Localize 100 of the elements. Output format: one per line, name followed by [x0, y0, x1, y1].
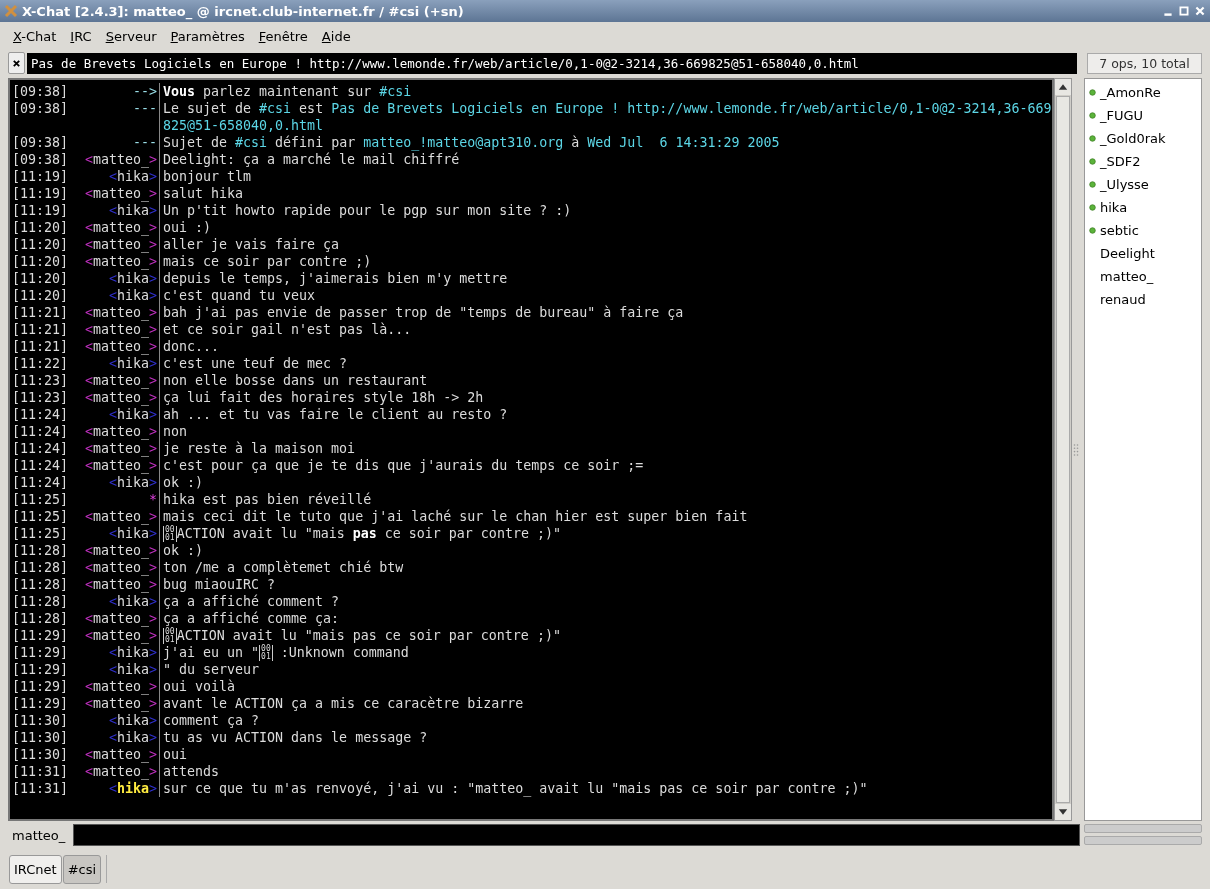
timestamp: [11:24]: [12, 406, 70, 423]
timestamp: [11:31]: [12, 780, 70, 797]
user-item[interactable]: _SDF2: [1085, 150, 1201, 173]
chat-message: non elle bosse dans un restaurant: [159, 372, 1052, 389]
nick-bracket: >: [149, 152, 157, 167]
nick-bracket: >: [149, 407, 157, 422]
pane-grip-icon[interactable]: [1073, 442, 1079, 457]
nick-label: hika: [116, 356, 149, 371]
chat-message: bah j'ai pas envie de passer trop de "temps de bureau" à faire ça: [159, 304, 1052, 321]
chat-message: salut hika: [159, 185, 1052, 202]
timestamp: [11:19]: [12, 202, 70, 219]
nick-bracket: <: [84, 322, 93, 337]
event-marker: -->: [131, 83, 158, 100]
chat-message: mais ceci dit le tuto que j'ai laché sur le chan hier est super bien fait: [159, 508, 1052, 525]
scroll-thumb[interactable]: [1056, 96, 1070, 803]
nick-bracket: <: [108, 645, 117, 660]
timestamp: [11:24]: [12, 423, 70, 440]
event-marker: ---: [131, 134, 158, 151]
nick-bracket: <: [84, 220, 93, 235]
nick-label: matteo_: [92, 424, 149, 439]
user-item[interactable]: Deelight: [1085, 242, 1201, 265]
scroll-up-icon[interactable]: [1055, 79, 1071, 95]
timestamp: [11:29]: [12, 678, 70, 695]
user-item[interactable]: _FUGU: [1085, 104, 1201, 127]
message-input[interactable]: [73, 824, 1080, 846]
chat-message: c'est quand tu veux: [159, 287, 1052, 304]
nick-bracket: >: [149, 594, 157, 609]
nick-bracket: >: [149, 458, 157, 473]
close-topic-button[interactable]: [8, 52, 25, 74]
maximize-icon[interactable]: [1178, 5, 1190, 17]
menu-item[interactable]: Aide: [316, 26, 356, 46]
nick-bracket: <: [84, 628, 93, 643]
nick-label: matteo_: [92, 322, 149, 337]
scroll-down-icon[interactable]: [1055, 804, 1071, 820]
timestamp: [11:31]: [12, 763, 70, 780]
nick-label: hika: [116, 271, 149, 286]
channel-tab[interactable]: IRCnet: [9, 854, 62, 884]
nick-label: matteo_: [92, 560, 149, 575]
nick-bracket: <: [108, 356, 117, 371]
menu-item[interactable]: X-Chat: [8, 26, 62, 46]
user-name: _FUGU: [1100, 108, 1144, 123]
nick-bracket: >: [149, 220, 157, 235]
user-item[interactable]: _Ulysse: [1085, 173, 1201, 196]
nick-bracket: >: [149, 424, 157, 439]
nick-bracket: <: [84, 458, 93, 473]
nick-bracket: <: [84, 186, 93, 201]
menu-item[interactable]: Paramètres: [165, 26, 250, 46]
menu-item[interactable]: IRC: [65, 26, 97, 46]
user-item[interactable]: sebtic: [1085, 219, 1201, 242]
user-name: hika: [1100, 200, 1128, 215]
menu-item[interactable]: Serveur: [100, 26, 162, 46]
user-name: _Gold0rak: [1100, 131, 1166, 146]
chat-message: ok :): [159, 542, 1052, 559]
close-icon[interactable]: [1194, 5, 1206, 17]
nick-bracket: >: [149, 628, 157, 643]
user-item[interactable]: matteo_: [1085, 265, 1201, 288]
nick-bracket: >: [149, 781, 157, 796]
chat-message: c'est pour ça que je te dis que j'aurais du temps ce soir ;=: [159, 457, 1052, 474]
user-item[interactable]: _Gold0rak: [1085, 127, 1201, 150]
action-marker: *: [148, 491, 158, 508]
chat-message: tu as vu ACTION dans le message ?: [159, 729, 1052, 746]
nick-label: matteo_: [92, 220, 149, 235]
nick-label: hika: [116, 475, 149, 490]
user-item[interactable]: renaud: [1085, 288, 1201, 311]
nick-bracket: >: [149, 322, 157, 337]
nick-label: matteo_: [92, 339, 149, 354]
user-item[interactable]: _AmonRe: [1085, 81, 1201, 104]
nick-bracket: <: [84, 764, 93, 779]
nick-bracket: >: [149, 441, 157, 456]
nick-bracket: >: [149, 254, 157, 269]
timestamp: [11:28]: [12, 559, 70, 576]
menu-item[interactable]: Fenêtre: [253, 26, 313, 46]
nick-bracket: >: [149, 543, 157, 558]
channel-tab[interactable]: #csi: [62, 854, 102, 884]
nick-bracket: <: [108, 662, 117, 677]
nick-label: hika: [116, 288, 149, 303]
chat-message: Deelight: ça a marché le mail chiffré: [159, 151, 1052, 168]
scrollbar[interactable]: [1054, 78, 1072, 821]
nick-label: matteo_: [92, 611, 149, 626]
event-marker: ---: [131, 100, 158, 118]
user-name: renaud: [1100, 292, 1146, 307]
nick-label: hika: [116, 662, 149, 677]
timestamp: [11:24]: [12, 474, 70, 491]
nick-button[interactable]: matteo_: [8, 827, 68, 843]
nick-bracket: >: [149, 237, 157, 252]
topic-field[interactable]: Pas de Brevets Logiciels en Europe ! http://www.lemonde.fr/web/article/0,1-0@2-3214,36-669825@51-658040,0.html: [27, 52, 1077, 74]
timestamp: [11:25]: [12, 508, 70, 525]
nick-label: hika: [116, 203, 149, 218]
nick-label: matteo_: [92, 186, 149, 201]
timestamp: [11:28]: [12, 610, 70, 627]
nick-bracket: <: [84, 373, 93, 388]
timestamp: [11:20]: [12, 219, 70, 236]
chat-message: comment ça ?: [159, 712, 1052, 729]
user-item[interactable]: hika: [1085, 196, 1201, 219]
nick-bracket: >: [149, 747, 157, 762]
timestamp: [11:29]: [12, 627, 70, 644]
nick-bracket: >: [149, 713, 157, 728]
timestamp: [11:28]: [12, 576, 70, 593]
nick-bracket: >: [149, 560, 157, 575]
timestamp: [11:22]: [12, 355, 70, 372]
